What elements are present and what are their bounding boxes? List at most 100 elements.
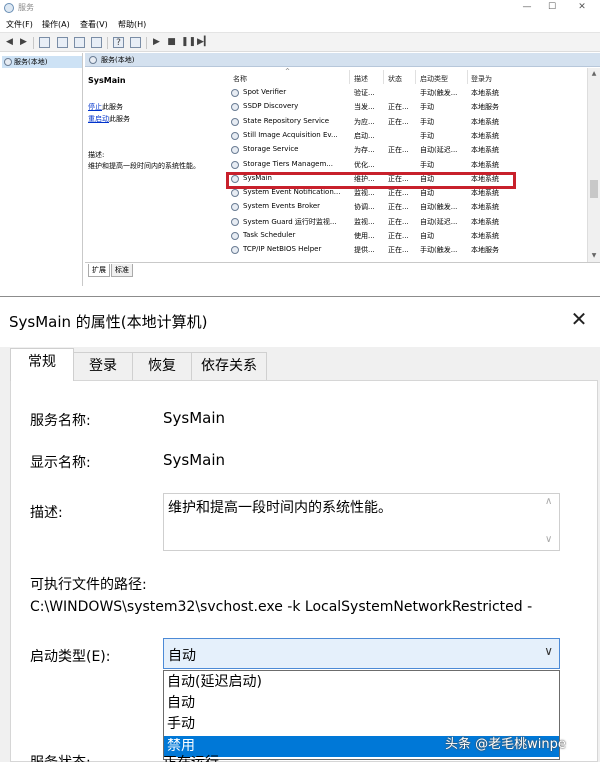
- forward-icon[interactable]: ▶: [18, 37, 29, 48]
- start-service-icon[interactable]: ▶: [151, 37, 162, 48]
- table-cell-start: 手动: [420, 160, 434, 169]
- startup-option-automatic[interactable]: 自动: [164, 693, 559, 714]
- service-status-value: 正在运行: [163, 752, 219, 762]
- table-cell-state: 正在...: [388, 146, 409, 155]
- help-icon[interactable]: ?: [113, 37, 124, 48]
- service-detail-pane: SysMain 停止此服务 重启动此服务 描述: 维护和提高一段时间内的系统性能…: [85, 68, 225, 262]
- properties-icon[interactable]: [57, 37, 68, 48]
- table-cell-desc: 为存...: [354, 146, 375, 155]
- tab-standard[interactable]: 标准: [111, 264, 133, 277]
- startup-option-automatic-delayed[interactable]: 自动(延迟启动): [164, 672, 559, 693]
- close-icon[interactable]: ✕: [571, 0, 593, 14]
- column-header-description[interactable]: 描述: [354, 74, 368, 84]
- pause-service-icon[interactable]: ❚❚: [181, 37, 196, 48]
- table-row[interactable]: Task Scheduler 使用... 正在... 自动 本地系统: [225, 229, 587, 243]
- maximize-icon[interactable]: ☐: [541, 0, 563, 14]
- table-cell-name: Spot Verifier: [243, 88, 287, 96]
- list-scrollbar[interactable]: ▲ ▼: [587, 68, 600, 262]
- tab-dependencies[interactable]: 依存关系: [191, 352, 267, 380]
- close-icon[interactable]: ✕: [567, 307, 591, 331]
- table-cell-desc: 验证...: [354, 89, 375, 97]
- table-cell-name: System Event Notification...: [243, 188, 341, 197]
- back-icon[interactable]: ◀: [4, 37, 15, 48]
- service-gear-icon: [231, 89, 239, 97]
- table-row[interactable]: System Events Broker 协调... 正在... 自动(触发... 本地…: [225, 200, 587, 214]
- description-textbox[interactable]: 维护和提高一段时间内的系统性能。 ∧ ∨: [163, 493, 560, 551]
- service-status-label: 服务状态:: [30, 752, 91, 762]
- table-row[interactable]: Storage Tiers Managem... 优化... 手动 本地系统: [225, 158, 587, 172]
- startup-option-manual[interactable]: 手动: [164, 714, 559, 735]
- stop-service-link[interactable]: 停止: [88, 103, 102, 111]
- table-cell-start: 手动: [420, 117, 434, 126]
- service-gear-icon: [231, 131, 239, 140]
- minimize-icon[interactable]: —: [516, 0, 538, 14]
- table-cell-name: Still Image Acquisition Ev...: [243, 130, 338, 139]
- refresh-icon[interactable]: [74, 37, 85, 48]
- tab-recovery[interactable]: 恢复: [132, 352, 192, 380]
- table-cell-desc: 优化...: [354, 160, 375, 169]
- restart-service-link[interactable]: 重启动: [88, 115, 109, 123]
- table-cell-logon: 本地系统: [471, 217, 499, 226]
- table-cell-desc: 监视...: [354, 217, 375, 226]
- service-gear-icon: [231, 232, 239, 240]
- table-row[interactable]: Storage Service 为存... 正在... 自动(延迟... 本地系统: [225, 143, 587, 157]
- stop-service-icon[interactable]: ■: [166, 37, 177, 48]
- description-field-value: 维护和提高一段时间内的系统性能。: [168, 500, 392, 516]
- tab-log-on[interactable]: 登录: [73, 352, 133, 380]
- table-cell-logon: 本地系统: [471, 89, 499, 97]
- table-cell-logon: 本地系统: [471, 189, 499, 198]
- tree-item-services-local[interactable]: 服务(本地): [2, 56, 82, 68]
- sort-ascending-icon: ^: [285, 68, 291, 75]
- table-row[interactable]: Spot Verifier 验证... 手动(触发... 本地系统: [225, 86, 587, 100]
- table-row[interactable]: SSDP Discovery 当发... 正在... 手动 本地服务: [225, 100, 587, 114]
- table-cell-state: 正在...: [388, 203, 409, 212]
- table-cell-name: State Repository Service: [243, 116, 330, 125]
- scroll-up-icon[interactable]: ▲: [590, 70, 598, 77]
- table-row[interactable]: System Guard 运行时监视... 监视... 正在... 自动(延迟... 本…: [225, 215, 587, 229]
- executable-path-value: C:\WINDOWS\system32\svchost.exe -k Local…: [30, 599, 533, 615]
- table-cell-desc: 使用...: [354, 232, 375, 240]
- services-window: 服务 — ☐ ✕ 文件(F) 操作(A) 查看(V) 帮助(H) ◀ ▶ ? ▶…: [0, 0, 600, 286]
- table-row[interactable]: State Repository Service 为应... 正在... 手动 本地系统: [225, 115, 587, 129]
- scroll-up-icon[interactable]: ∧: [545, 496, 552, 507]
- scroll-down-icon[interactable]: ∨: [545, 534, 552, 545]
- scroll-down-icon[interactable]: ▼: [590, 252, 598, 259]
- column-header-status[interactable]: 状态: [388, 74, 402, 84]
- tab-extended[interactable]: 扩展: [88, 264, 110, 277]
- services-app-icon: [4, 3, 14, 13]
- table-cell-start: 手动(触发...: [420, 89, 458, 97]
- toolbar: ◀ ▶ ? ▶ ■ ❚❚ ▶▎: [0, 32, 600, 52]
- description-scrollbar[interactable]: ∧ ∨: [542, 494, 559, 550]
- table-row[interactable]: TCP/IP NetBIOS Helper 提供... 正在... 手动(触发... 本…: [225, 243, 587, 257]
- action-pane-icon[interactable]: [130, 37, 141, 48]
- service-gear-icon: [231, 117, 239, 126]
- menu-file[interactable]: 文件(F): [6, 19, 33, 30]
- column-header-name[interactable]: 名称: [233, 74, 247, 84]
- menu-view[interactable]: 查看(V): [80, 19, 108, 30]
- menu-action[interactable]: 操作(A): [42, 19, 70, 30]
- table-cell-start: 手动: [420, 131, 434, 140]
- table-cell-logon: 本地系统: [471, 160, 499, 169]
- chevron-down-icon[interactable]: ∨: [544, 644, 553, 658]
- table-cell-logon: 本地系统: [471, 146, 499, 155]
- restart-service-icon[interactable]: ▶▎: [197, 37, 211, 48]
- table-cell-state: 正在...: [388, 117, 409, 126]
- column-header-log-on-as[interactable]: 登录为: [471, 74, 492, 84]
- tab-general[interactable]: 常规: [10, 348, 74, 381]
- scroll-thumb[interactable]: [590, 180, 598, 198]
- description-field-label: 描述:: [30, 505, 63, 521]
- column-header-startup-type[interactable]: 启动类型: [420, 74, 448, 84]
- startup-type-select[interactable]: 自动 ∨: [163, 638, 560, 669]
- pane-header-label: 服务(本地): [101, 56, 135, 64]
- table-cell-logon: 本地系统: [471, 203, 499, 212]
- export-list-icon[interactable]: [91, 37, 102, 48]
- menu-help[interactable]: 帮助(H): [118, 19, 146, 30]
- table-row[interactable]: Still Image Acquisition Ev... 启动... 手动 本地系统: [225, 129, 587, 143]
- console-tree-icon[interactable]: [39, 37, 50, 48]
- table-cell-start: 自动(触发...: [420, 203, 458, 212]
- service-name-value: SysMain: [163, 409, 226, 427]
- table-cell-start: 自动(延迟...: [420, 217, 458, 226]
- gear-icon: [4, 58, 12, 66]
- startup-type-label: 启动类型(E):: [30, 649, 111, 665]
- table-cell-start: 自动: [420, 232, 434, 240]
